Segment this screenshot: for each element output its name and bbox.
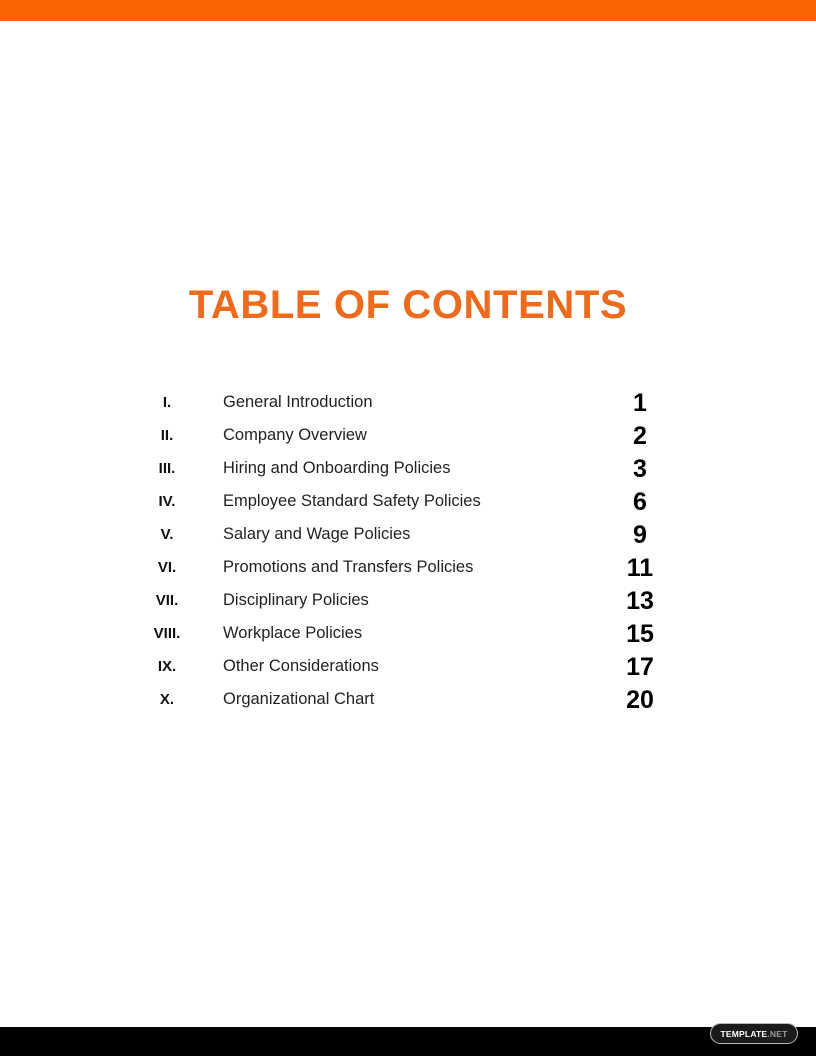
toc-entry-row[interactable]: I. General Introduction 1 <box>0 388 816 421</box>
toc-entry-numeral: IX. <box>157 658 177 675</box>
toc-entry-page-number: 1 <box>633 389 647 417</box>
toc-entry-label[interactable]: Disciplinary Policies <box>223 590 369 610</box>
toc-entry-row[interactable]: II. Company Overview 2 <box>0 421 816 454</box>
toc-entry-numeral: X. <box>159 691 175 708</box>
toc-entry-label[interactable]: Other Considerations <box>223 656 379 676</box>
page-title: TABLE OF CONTENTS <box>188 283 628 327</box>
toc-entry-page-number: 2 <box>633 422 647 450</box>
bottom-footer-bar <box>0 1027 816 1056</box>
toc-entry-page-number: 15 <box>626 620 654 648</box>
toc-entry-numeral: I. <box>162 394 172 411</box>
toc-entry-row[interactable]: IX. Other Considerations 17 <box>0 652 816 685</box>
toc-entry-row[interactable]: IV. Employee Standard Safety Policies 6 <box>0 487 816 520</box>
toc-entry-label[interactable]: Salary and Wage Policies <box>223 524 410 544</box>
toc-entry-label[interactable]: General Introduction <box>223 392 373 412</box>
toc-entry-label[interactable]: Organizational Chart <box>223 689 374 709</box>
toc-entry-label[interactable]: Hiring and Onboarding Policies <box>223 458 450 478</box>
toc-entry-row[interactable]: VI. Promotions and Transfers Policies 11 <box>0 553 816 586</box>
toc-entry-row[interactable]: VII. Disciplinary Policies 13 <box>0 586 816 619</box>
toc-entry-numeral: III. <box>158 460 176 477</box>
watermark-brand: TEMPLATE <box>720 1028 768 1039</box>
toc-entry-page-number: 17 <box>626 653 654 681</box>
document-page: TABLE OF CONTENTS I. General Introduction… <box>0 0 816 1056</box>
toc-entry-page-number: 3 <box>633 455 647 483</box>
toc-entry-numeral: VI. <box>157 559 177 576</box>
toc-entry-page-number: 11 <box>626 554 654 582</box>
toc-entry-page-number: 13 <box>626 587 654 615</box>
toc-entry-label[interactable]: Employee Standard Safety Policies <box>223 491 481 511</box>
toc-entry-numeral: VII. <box>155 592 179 609</box>
watermark-tld: .NET <box>767 1028 788 1039</box>
toc-entry-numeral: IV. <box>158 493 176 510</box>
toc-entry-row[interactable]: III. Hiring and Onboarding Policies 3 <box>0 454 816 487</box>
toc-entry-row[interactable]: X. Organizational Chart 20 <box>0 685 816 718</box>
top-accent-bar <box>0 0 816 21</box>
toc-entry-page-number: 6 <box>633 488 647 516</box>
toc-entry-numeral: VIII. <box>153 625 181 642</box>
template-net-watermark-badge: TEMPLATE .NET <box>710 1023 798 1044</box>
table-of-contents-list: I. General Introduction 1 II. Company Overvi… <box>0 388 816 718</box>
toc-entry-page-number: 20 <box>626 686 654 714</box>
toc-entry-numeral: II. <box>160 427 174 444</box>
toc-entry-label[interactable]: Promotions and Transfers Policies <box>223 557 473 577</box>
toc-entry-label[interactable]: Company Overview <box>223 425 367 445</box>
toc-entry-row[interactable]: V. Salary and Wage Policies 9 <box>0 520 816 553</box>
toc-entry-numeral: V. <box>160 526 174 543</box>
toc-entry-row[interactable]: VIII. Workplace Policies 15 <box>0 619 816 652</box>
toc-entry-label[interactable]: Workplace Policies <box>223 623 362 643</box>
toc-entry-page-number: 9 <box>633 521 647 549</box>
